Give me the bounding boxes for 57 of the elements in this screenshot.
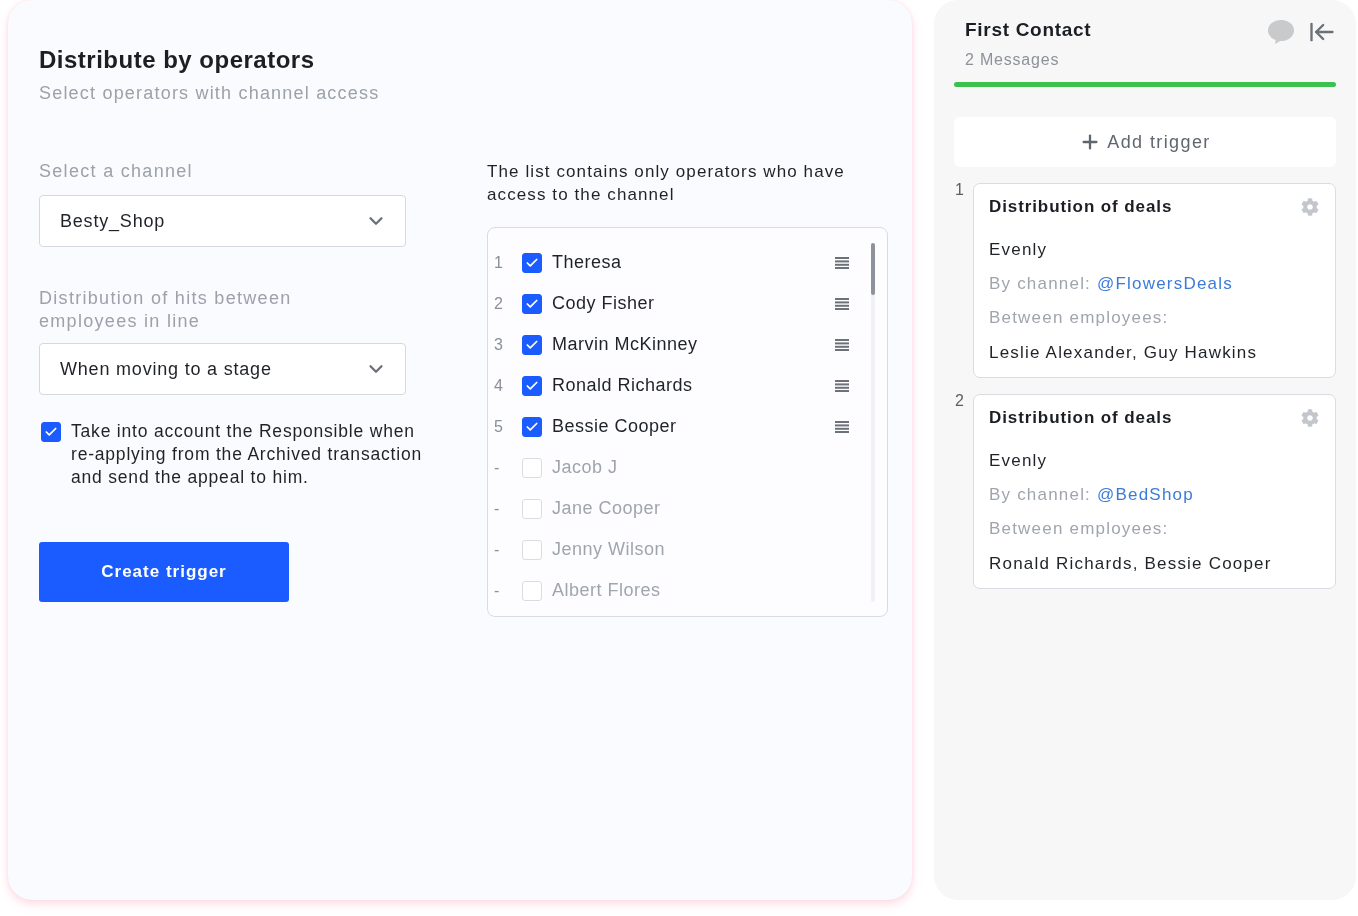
operator-name: Ronald Richards: [552, 375, 694, 396]
panel-subtitle: Select operators with channel access: [39, 82, 381, 104]
drag-handle-icon[interactable]: [835, 338, 849, 351]
message-count: 2 Messages: [965, 50, 1061, 70]
drag-handle-icon[interactable]: [835, 379, 849, 392]
dropdown-select[interactable]: When moving to a stage: [39, 343, 406, 395]
checkbox[interactable]: [522, 375, 542, 396]
row-number: 3: [494, 335, 504, 354]
distribution-mode: Evenly: [989, 240, 1048, 260]
employee-names: Leslie Alexander, Guy Hawkins: [989, 343, 1258, 363]
operator-name: Jenny Wilson: [552, 539, 667, 560]
operator-name: Bessie Cooper: [552, 416, 678, 437]
check-icon: [44, 425, 58, 439]
trigger-number: 2: [954, 392, 965, 410]
channel-label: By channel:: [989, 274, 1092, 294]
checkbox[interactable]: [522, 334, 542, 355]
operator-name: Jane Cooper: [552, 498, 662, 519]
drag-handle-icon[interactable]: [835, 297, 849, 310]
checkbox-label: Take into account the Responsible when re-applying from the Archived transaction and send the appeal to him.: [71, 420, 423, 489]
trigger-title: Distribution of deals: [989, 197, 1173, 217]
row-number: -: [494, 458, 501, 477]
channel-link[interactable]: @BedShop: [1097, 485, 1194, 505]
checkbox[interactable]: [522, 293, 542, 314]
panel-title: Distribute by operators: [39, 46, 316, 74]
create-trigger-button[interactable]: Create trigger: [39, 542, 289, 602]
operator-name: Theresa: [552, 252, 623, 273]
row-number: 1: [494, 253, 504, 272]
operator-name: Jacob J: [552, 457, 619, 478]
row-number: 2: [494, 294, 504, 313]
list-note: The list contains only operators who have access to the channel: [487, 161, 846, 206]
operator-name: Albert Flores: [552, 580, 662, 601]
employees-label: Between employees:: [989, 308, 1169, 328]
operator-name: Marvin McKinney: [552, 334, 699, 355]
drag-handle-icon[interactable]: [835, 420, 849, 433]
row-number: 4: [494, 376, 504, 395]
dropdown-select[interactable]: Besty_Shop: [39, 195, 406, 247]
checkbox[interactable]: [41, 422, 61, 442]
trigger-title: Distribution of deals: [989, 408, 1173, 428]
employee-names: Ronald Richards, Bessie Cooper: [989, 554, 1272, 574]
row-number: 5: [494, 417, 504, 436]
channel-label: By channel:: [989, 485, 1092, 505]
operator-name: Cody Fisher: [552, 293, 656, 314]
distribution-mode: Evenly: [989, 451, 1048, 471]
field-label: Select a channel: [39, 160, 194, 183]
checkbox[interactable]: [522, 252, 542, 273]
field-label: Distribution of hits between employees in line: [39, 287, 293, 333]
trigger-number: 1: [954, 181, 965, 199]
row-number: -: [494, 499, 501, 518]
stage-title: First Contact: [965, 19, 1092, 41]
channel-link[interactable]: @FlowersDeals: [1097, 274, 1233, 294]
row-number: -: [494, 540, 501, 559]
drag-handle-icon[interactable]: [835, 256, 849, 269]
checkbox[interactable]: [522, 416, 542, 437]
employees-label: Between employees:: [989, 519, 1169, 539]
row-number: -: [494, 581, 501, 600]
scrollbar-thumb[interactable]: [871, 243, 875, 295]
add-trigger-button[interactable]: Add trigger: [954, 117, 1336, 167]
